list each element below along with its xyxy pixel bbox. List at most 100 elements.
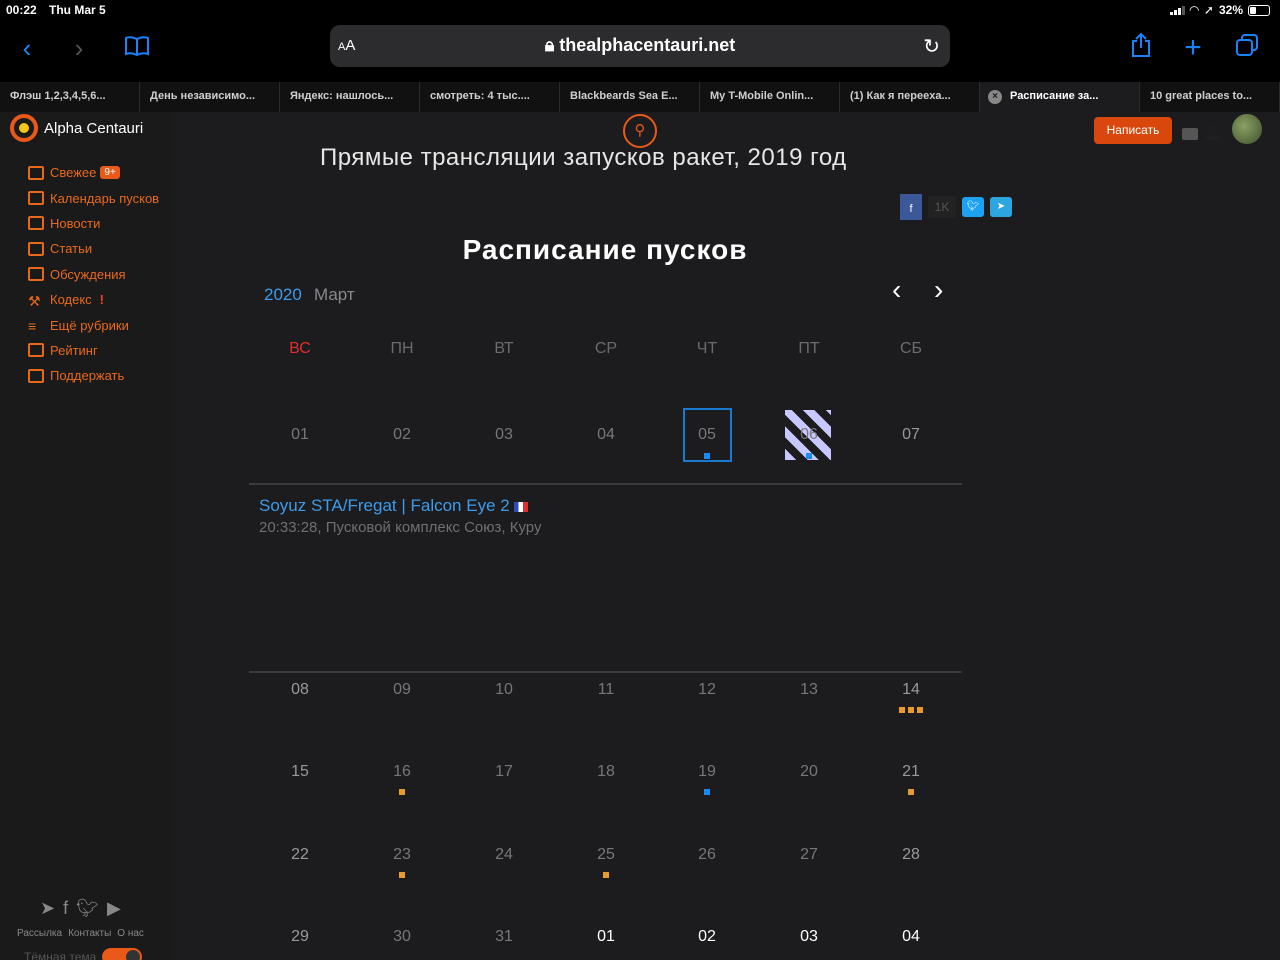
nav-item-news[interactable]: Новости	[28, 211, 159, 236]
forward-icon[interactable]: ›	[62, 32, 96, 66]
tab[interactable]: День независимо...	[140, 82, 280, 112]
prev-month-icon[interactable]: ‹	[892, 274, 901, 306]
calendar-day[interactable]: 08	[249, 681, 351, 699]
calendar-day[interactable]: 04	[555, 426, 657, 444]
tab[interactable]: Флэш 1,2,3,4,5,6...	[0, 82, 140, 112]
back-icon[interactable]: ‹	[10, 32, 44, 66]
calendar-day[interactable]: 23	[351, 846, 453, 864]
nav-item-rating[interactable]: Рейтинг	[28, 338, 159, 363]
tab[interactable]: смотреть: 4 тыс....	[420, 82, 560, 112]
mail-icon[interactable]	[1182, 128, 1198, 140]
nav-item-launch-calendar[interactable]: Календарь пусков	[28, 185, 159, 210]
battery-level	[1250, 6, 1257, 14]
nav-item-support[interactable]: Поддержать	[28, 363, 159, 388]
calendar-day[interactable]: 24	[453, 846, 555, 864]
weekday-header: СБ	[899, 340, 923, 357]
calendar-day[interactable]: 03	[758, 928, 860, 946]
calendar-day[interactable]: 03	[453, 426, 555, 444]
calendar-day[interactable]: 13	[758, 681, 860, 699]
calendar-day[interactable]: 28	[860, 846, 962, 864]
date: Thu Mar 5	[49, 3, 106, 17]
new-tab-icon[interactable]: +	[1176, 32, 1210, 66]
write-button[interactable]: Написать	[1094, 117, 1172, 144]
close-tab-icon[interactable]: ×	[988, 90, 1002, 104]
nav-item-codex[interactable]: ⚒ Кодекс!	[28, 287, 159, 312]
launch-markers	[351, 789, 453, 795]
event-title[interactable]: Soyuz STA/Fregat | Falcon Eye 2	[259, 496, 528, 516]
facebook-share-icon[interactable]: f	[900, 194, 922, 220]
telegram-share-icon[interactable]: ➤	[990, 197, 1012, 217]
calendar-month[interactable]: Март	[314, 285, 355, 305]
calendar-day[interactable]: 04	[860, 928, 962, 946]
youtube-icon[interactable]: ▶	[107, 898, 121, 919]
tab[interactable]: My T-Mobile Onlin...	[700, 82, 840, 112]
calendar-day[interactable]: 02	[656, 928, 758, 946]
calendar-day[interactable]: 14	[860, 681, 962, 699]
search-icon[interactable]: ⚲	[623, 114, 657, 148]
social-links: ➤ f 🐦︎ ▶	[40, 898, 121, 919]
calendar-day[interactable]: 30	[351, 928, 453, 946]
battery-percent: 32%	[1218, 3, 1243, 17]
tabs-overview-icon[interactable]	[1230, 32, 1264, 66]
facebook-icon[interactable]: f	[63, 898, 68, 919]
calendar-day[interactable]: 15	[249, 763, 351, 781]
calendar-day[interactable]: 01	[249, 426, 351, 444]
calendar-day[interactable]: 25	[555, 846, 657, 864]
share-icon[interactable]	[1124, 32, 1158, 66]
calendar-day[interactable]: 10	[453, 681, 555, 699]
tab[interactable]: 10 great places to...	[1140, 82, 1280, 112]
dark-theme-toggle[interactable]	[102, 948, 143, 960]
launch-markers	[860, 707, 962, 713]
calendar-day[interactable]: 26	[656, 846, 758, 864]
calendar-day[interactable]: 18	[555, 763, 657, 781]
bell-icon[interactable]: 🔔︎	[1204, 124, 1222, 141]
tab-active[interactable]: × Расписание за...	[980, 82, 1140, 112]
next-month-icon[interactable]: ›	[934, 274, 943, 306]
footer-link-contacts[interactable]: Контакты	[68, 928, 111, 939]
footer-link-about[interactable]: О нас	[117, 928, 144, 939]
calendar-day[interactable]: 12	[656, 681, 758, 699]
calendar-day[interactable]: 01	[555, 928, 657, 946]
calendar-day[interactable]: 02	[351, 426, 453, 444]
calendar-day[interactable]: 16	[351, 763, 453, 781]
launch-marker	[704, 789, 710, 795]
nav-label: Новости	[50, 215, 101, 231]
launch-marker	[806, 453, 812, 459]
bookmarks-icon[interactable]	[120, 32, 154, 66]
calendar-day[interactable]: 06	[758, 426, 860, 444]
status-bar: 00:22 Thu Mar 5 ◠ ➚ 32%	[0, 0, 1280, 20]
launch-marker	[603, 872, 609, 878]
nav-item-more-sections[interactable]: ≡ Ещё рубрики	[28, 312, 159, 337]
address-bar[interactable]: AA 🔒︎ thealphacentauri.net ↻	[330, 25, 950, 67]
calendar-day[interactable]: 27	[758, 846, 860, 864]
reload-icon[interactable]: ↻	[923, 34, 940, 59]
url-field[interactable]: 🔒︎ thealphacentauri.net	[330, 35, 950, 56]
brand-name: Alpha Centauri	[44, 119, 144, 137]
calendar-day[interactable]: 07	[860, 426, 962, 444]
tab[interactable]: (1) Как я переexa...	[840, 82, 980, 112]
calendar-day[interactable]: 19	[656, 763, 758, 781]
calendar-year[interactable]: 2020	[264, 285, 302, 305]
twitter-share-icon[interactable]: 🐦︎	[962, 197, 984, 217]
sidebar-nav: Свежее 9+ Календарь пусков Новости Статьи…	[28, 160, 159, 389]
footer-link-newsletter[interactable]: Рассылка	[17, 928, 62, 939]
calendar-day[interactable]: 05	[656, 426, 758, 444]
calendar-day[interactable]: 20	[758, 763, 860, 781]
calendar-day[interactable]: 22	[249, 846, 351, 864]
calendar-day[interactable]: 29	[249, 928, 351, 946]
telegram-icon[interactable]: ➤	[40, 898, 55, 919]
calendar-day[interactable]: 17	[453, 763, 555, 781]
calendar-day[interactable]: 31	[453, 928, 555, 946]
twitter-icon[interactable]: 🐦︎	[76, 898, 99, 919]
cellular-signal-icon	[1169, 5, 1185, 15]
nav-item-fresh[interactable]: Свежее 9+	[28, 160, 159, 185]
tab[interactable]: Яндекс: нашлось...	[280, 82, 420, 112]
launch-marker	[908, 789, 914, 795]
tab[interactable]: Blackbeards Sea E...	[560, 82, 700, 112]
calendar-day[interactable]: 11	[555, 681, 657, 699]
avatar[interactable]	[1232, 114, 1262, 144]
calendar-day[interactable]: 21	[860, 763, 962, 781]
calendar-day[interactable]: 09	[351, 681, 453, 699]
dark-theme-label: Тёмная тема	[24, 950, 97, 960]
site-logo[interactable]: Alpha Centauri	[10, 114, 143, 142]
